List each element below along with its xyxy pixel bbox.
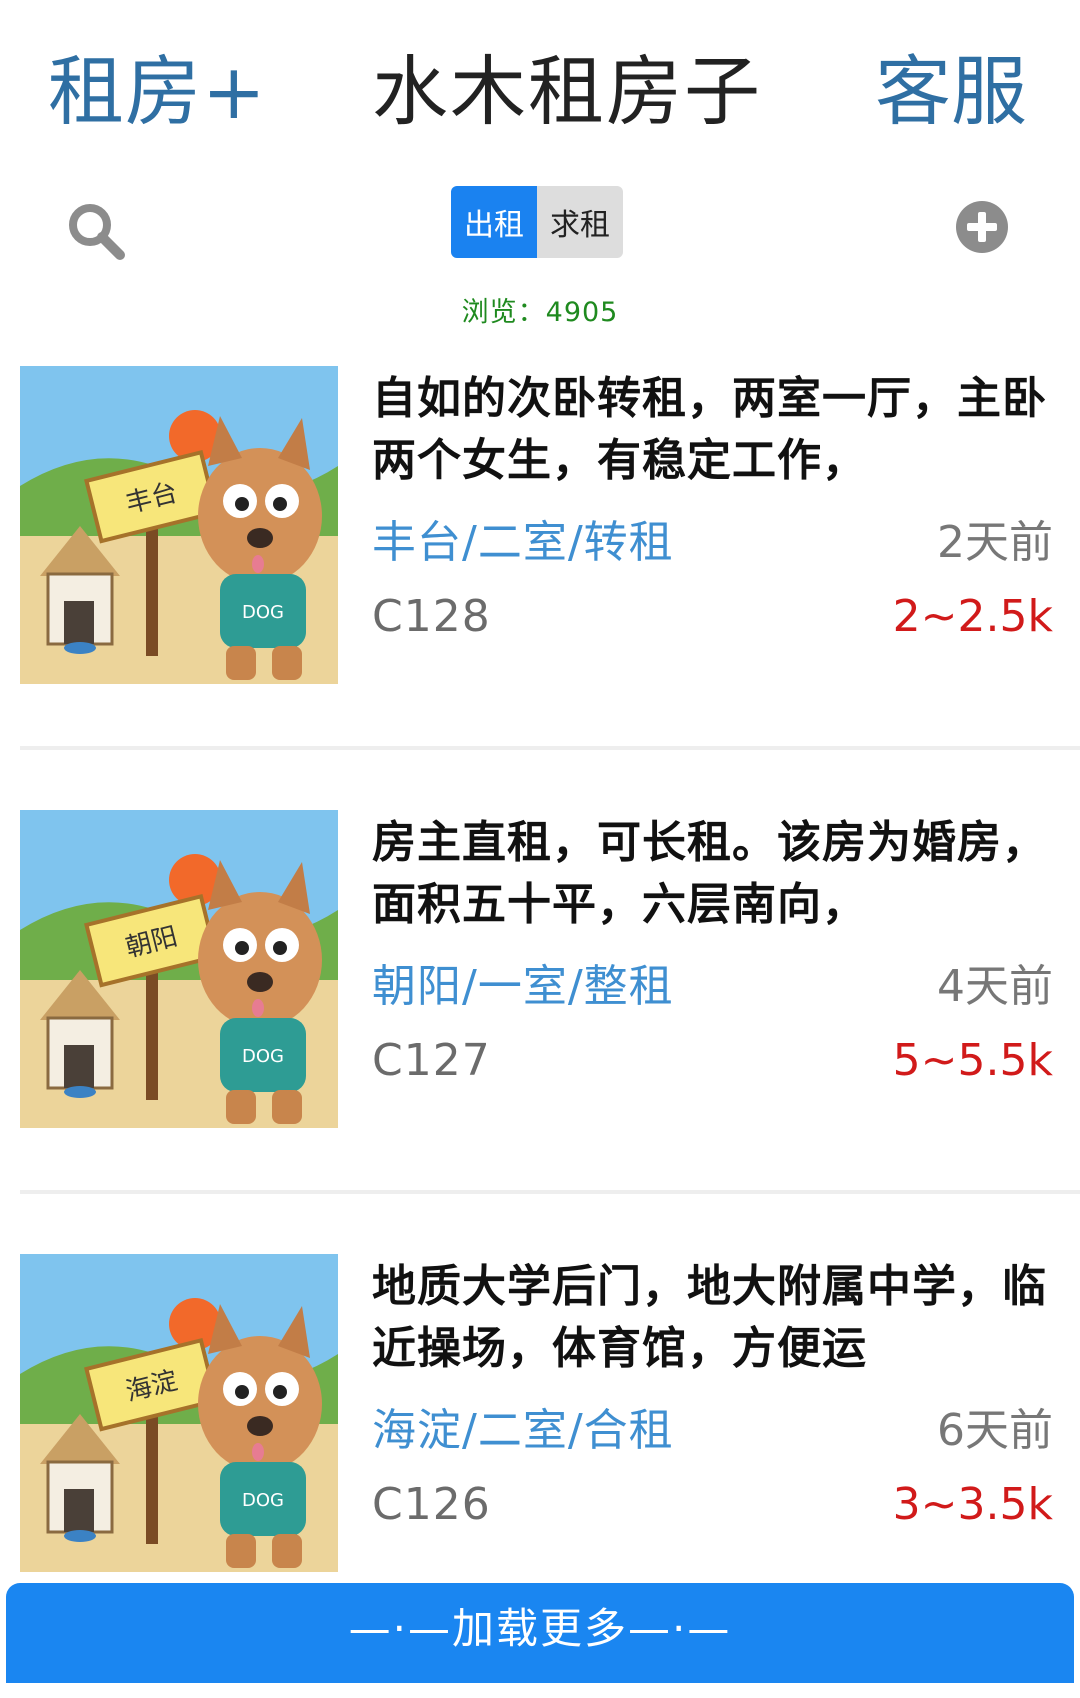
listing-thumbnail: 海淀 DOG bbox=[20, 1254, 338, 1572]
listing-list: 丰台 DOG 自如的次卧转租，两室一厅，主卧两个女生，有稳定工作， 丰台/二室/… bbox=[0, 366, 1080, 1698]
tab-seeking-rent[interactable]: 求租 bbox=[537, 186, 623, 258]
listing-time: 2天前 bbox=[937, 517, 1053, 568]
listing-tags: 丰台/二室/转租 bbox=[372, 517, 674, 568]
top-header: 租房+ 水木租房子 客服 bbox=[0, 0, 1080, 170]
customer-service-link[interactable]: 客服 bbox=[875, 30, 1027, 140]
listing-title[interactable]: 自如的次卧转租，两室一厅，主卧两个女生，有稳定工作， bbox=[372, 368, 1062, 492]
listing-thumbnail: 丰台 DOG bbox=[20, 366, 338, 684]
rent-plus-link[interactable]: 租房+ bbox=[48, 30, 267, 140]
divider bbox=[20, 746, 1080, 750]
listing-price: 2~2.5k bbox=[892, 591, 1053, 642]
svg-text:DOG: DOG bbox=[242, 602, 284, 623]
rent-type-toggle: 出租 求租 bbox=[451, 186, 623, 258]
listing-price: 5~5.5k bbox=[892, 1035, 1053, 1086]
svg-text:DOG: DOG bbox=[242, 1046, 284, 1067]
view-count: 浏览：4905 bbox=[461, 297, 619, 328]
listing-price: 3~3.5k bbox=[892, 1479, 1053, 1530]
plus-circle-icon[interactable] bbox=[955, 200, 1009, 254]
listing-item[interactable]: 丰台 DOG 自如的次卧转租，两室一厅，主卧两个女生，有稳定工作， 丰台/二室/… bbox=[0, 366, 1080, 810]
listing-title[interactable]: 地质大学后门，地大附属中学，临近操场，体育馆，方便运 bbox=[372, 1256, 1062, 1380]
listing-item[interactable]: 朝阳 DOG 房主直租，可长租。该房为婚房，面积五十平，六层南向， 朝阳/一室/… bbox=[0, 810, 1080, 1254]
listing-tags: 朝阳/一室/整租 bbox=[372, 961, 674, 1012]
listing-thumbnail: 朝阳 DOG bbox=[20, 810, 338, 1128]
tab-for-rent[interactable]: 出租 bbox=[451, 186, 537, 258]
load-more-button[interactable]: —·—加载更多—·— bbox=[6, 1583, 1074, 1683]
app-title: 水木租房子 bbox=[372, 47, 762, 136]
search-icon[interactable] bbox=[66, 201, 128, 263]
listing-code: C127 bbox=[372, 1035, 491, 1086]
toolbar: 出租 求租 bbox=[0, 182, 1080, 272]
listing-title[interactable]: 房主直租，可长租。该房为婚房，面积五十平，六层南向， bbox=[372, 812, 1062, 936]
listing-time: 4天前 bbox=[937, 961, 1053, 1012]
listing-time: 6天前 bbox=[937, 1405, 1053, 1456]
svg-text:DOG: DOG bbox=[242, 1490, 284, 1511]
listing-code: C126 bbox=[372, 1479, 491, 1530]
divider bbox=[20, 1190, 1080, 1194]
listing-tags: 海淀/二室/合租 bbox=[372, 1405, 674, 1456]
listing-code: C128 bbox=[372, 591, 491, 642]
